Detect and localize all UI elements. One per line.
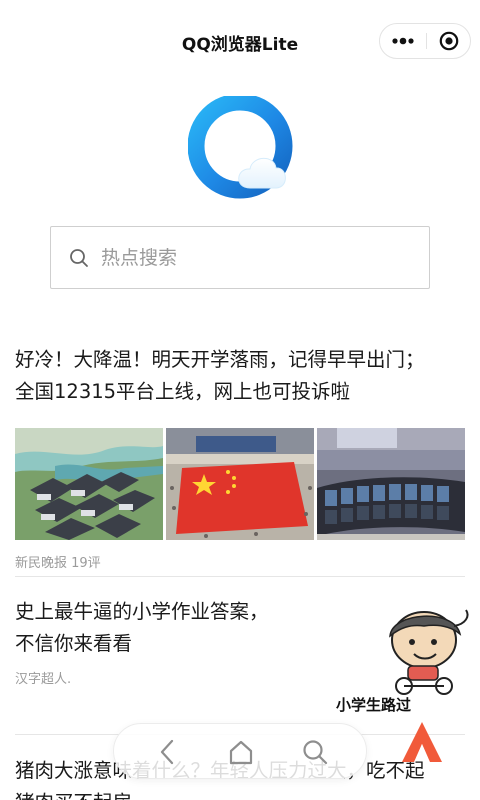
qq-browser-logo	[187, 93, 294, 200]
promo-logo-icon[interactable]	[398, 718, 446, 766]
news-source: 新民晚报 19评	[15, 556, 101, 571]
news-item-1[interactable]: 好冷！大降温！明天开学落雨，记得早早出门； 全国12315平台上线，网上也可投诉…	[15, 344, 465, 574]
news-divider	[15, 576, 465, 577]
sticker-caption: 小学生路过	[336, 696, 412, 714]
search-bar[interactable]	[50, 226, 430, 289]
more-dots-icon[interactable]	[380, 24, 426, 58]
news-title: 好冷！大降温！明天开学落雨，记得早早出门； 全国12315平台上线，网上也可投诉…	[15, 344, 465, 408]
home-icon[interactable]	[224, 736, 258, 768]
news-image-aerial-village	[15, 428, 163, 540]
news-title-line: 好冷！大降温！明天开学落雨，记得早早出门；	[15, 348, 425, 371]
search-input[interactable]	[101, 239, 411, 277]
news-title-line: 全国12315平台上线，网上也可投诉啦	[15, 380, 351, 403]
news-image-exhibition-hall	[317, 428, 465, 540]
miniprogram-capsule	[379, 23, 471, 59]
news-title-line: 猪肉买不起房	[15, 787, 465, 800]
news-images	[15, 428, 465, 540]
top-bar: QQ浏览器Lite	[0, 0, 480, 82]
bottom-navigation	[113, 723, 367, 779]
back-arrow-icon[interactable]	[150, 736, 184, 768]
floating-sticker-image[interactable]	[380, 606, 470, 696]
miniprogram-close-icon[interactable]	[427, 24, 471, 58]
search-icon[interactable]	[298, 736, 332, 768]
news-image-flag-ceremony	[166, 428, 314, 540]
search-icon	[69, 248, 89, 268]
